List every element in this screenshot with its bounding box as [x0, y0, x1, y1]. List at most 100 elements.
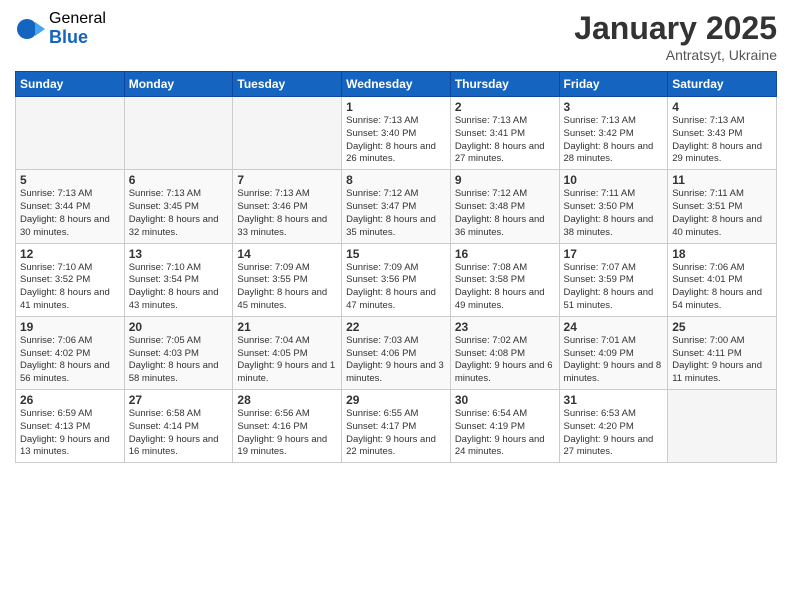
day-info: Sunrise: 7:13 AMSunset: 3:43 PMDaylight:… [672, 115, 772, 166]
logo-icon [15, 14, 45, 44]
day-info: Sunrise: 7:07 AMSunset: 3:59 PMDaylight:… [564, 262, 664, 313]
table-row: 9Sunrise: 7:12 AMSunset: 3:48 PMDaylight… [450, 170, 559, 243]
day-info: Sunrise: 6:53 AMSunset: 4:20 PMDaylight:… [564, 408, 664, 459]
day-number: 30 [455, 393, 555, 407]
day-info: Sunrise: 7:13 AMSunset: 3:45 PMDaylight:… [129, 188, 229, 239]
table-row: 16Sunrise: 7:08 AMSunset: 3:58 PMDayligh… [450, 243, 559, 316]
header-friday: Friday [559, 72, 668, 97]
day-number: 12 [20, 247, 120, 261]
day-number: 9 [455, 173, 555, 187]
day-info: Sunrise: 7:11 AMSunset: 3:51 PMDaylight:… [672, 188, 772, 239]
day-number: 31 [564, 393, 664, 407]
table-row [233, 97, 342, 170]
day-info: Sunrise: 7:03 AMSunset: 4:06 PMDaylight:… [346, 335, 446, 386]
table-row: 26Sunrise: 6:59 AMSunset: 4:13 PMDayligh… [16, 390, 125, 463]
day-info: Sunrise: 6:58 AMSunset: 4:14 PMDaylight:… [129, 408, 229, 459]
day-number: 11 [672, 173, 772, 187]
header-wednesday: Wednesday [342, 72, 451, 97]
day-info: Sunrise: 7:04 AMSunset: 4:05 PMDaylight:… [237, 335, 337, 386]
day-number: 27 [129, 393, 229, 407]
location: Antratsyt, Ukraine [574, 47, 777, 63]
calendar-header-row: Sunday Monday Tuesday Wednesday Thursday… [16, 72, 777, 97]
table-row: 30Sunrise: 6:54 AMSunset: 4:19 PMDayligh… [450, 390, 559, 463]
table-row: 8Sunrise: 7:12 AMSunset: 3:47 PMDaylight… [342, 170, 451, 243]
header-sunday: Sunday [16, 72, 125, 97]
day-number: 24 [564, 320, 664, 334]
table-row: 24Sunrise: 7:01 AMSunset: 4:09 PMDayligh… [559, 316, 668, 389]
day-info: Sunrise: 6:54 AMSunset: 4:19 PMDaylight:… [455, 408, 555, 459]
day-info: Sunrise: 7:10 AMSunset: 3:54 PMDaylight:… [129, 262, 229, 313]
table-row: 27Sunrise: 6:58 AMSunset: 4:14 PMDayligh… [124, 390, 233, 463]
day-number: 28 [237, 393, 337, 407]
day-number: 13 [129, 247, 229, 261]
table-row: 20Sunrise: 7:05 AMSunset: 4:03 PMDayligh… [124, 316, 233, 389]
day-number: 6 [129, 173, 229, 187]
table-row: 10Sunrise: 7:11 AMSunset: 3:50 PMDayligh… [559, 170, 668, 243]
day-info: Sunrise: 7:12 AMSunset: 3:47 PMDaylight:… [346, 188, 446, 239]
table-row: 29Sunrise: 6:55 AMSunset: 4:17 PMDayligh… [342, 390, 451, 463]
day-number: 26 [20, 393, 120, 407]
day-info: Sunrise: 7:06 AMSunset: 4:01 PMDaylight:… [672, 262, 772, 313]
day-info: Sunrise: 7:13 AMSunset: 3:40 PMDaylight:… [346, 115, 446, 166]
header-thursday: Thursday [450, 72, 559, 97]
day-number: 21 [237, 320, 337, 334]
calendar: Sunday Monday Tuesday Wednesday Thursday… [15, 71, 777, 463]
day-number: 4 [672, 100, 772, 114]
table-row [668, 390, 777, 463]
day-info: Sunrise: 7:11 AMSunset: 3:50 PMDaylight:… [564, 188, 664, 239]
day-number: 14 [237, 247, 337, 261]
day-number: 22 [346, 320, 446, 334]
header-monday: Monday [124, 72, 233, 97]
table-row: 1Sunrise: 7:13 AMSunset: 3:40 PMDaylight… [342, 97, 451, 170]
day-number: 23 [455, 320, 555, 334]
logo-general: General [49, 10, 106, 28]
day-number: 2 [455, 100, 555, 114]
day-info: Sunrise: 7:13 AMSunset: 3:46 PMDaylight:… [237, 188, 337, 239]
table-row: 6Sunrise: 7:13 AMSunset: 3:45 PMDaylight… [124, 170, 233, 243]
month-title: January 2025 [574, 10, 777, 47]
table-row [124, 97, 233, 170]
table-row: 7Sunrise: 7:13 AMSunset: 3:46 PMDaylight… [233, 170, 342, 243]
table-row: 12Sunrise: 7:10 AMSunset: 3:52 PMDayligh… [16, 243, 125, 316]
table-row: 4Sunrise: 7:13 AMSunset: 3:43 PMDaylight… [668, 97, 777, 170]
logo-text: General Blue [49, 10, 106, 47]
header-saturday: Saturday [668, 72, 777, 97]
day-info: Sunrise: 7:09 AMSunset: 3:55 PMDaylight:… [237, 262, 337, 313]
header-tuesday: Tuesday [233, 72, 342, 97]
table-row: 31Sunrise: 6:53 AMSunset: 4:20 PMDayligh… [559, 390, 668, 463]
day-number: 18 [672, 247, 772, 261]
day-info: Sunrise: 7:02 AMSunset: 4:08 PMDaylight:… [455, 335, 555, 386]
day-info: Sunrise: 7:12 AMSunset: 3:48 PMDaylight:… [455, 188, 555, 239]
table-row: 19Sunrise: 7:06 AMSunset: 4:02 PMDayligh… [16, 316, 125, 389]
logo: General Blue [15, 10, 106, 47]
table-row: 3Sunrise: 7:13 AMSunset: 3:42 PMDaylight… [559, 97, 668, 170]
day-info: Sunrise: 7:01 AMSunset: 4:09 PMDaylight:… [564, 335, 664, 386]
day-info: Sunrise: 7:05 AMSunset: 4:03 PMDaylight:… [129, 335, 229, 386]
table-row: 11Sunrise: 7:11 AMSunset: 3:51 PMDayligh… [668, 170, 777, 243]
day-number: 20 [129, 320, 229, 334]
day-number: 17 [564, 247, 664, 261]
table-row: 5Sunrise: 7:13 AMSunset: 3:44 PMDaylight… [16, 170, 125, 243]
calendar-week-row: 5Sunrise: 7:13 AMSunset: 3:44 PMDaylight… [16, 170, 777, 243]
day-number: 15 [346, 247, 446, 261]
calendar-week-row: 19Sunrise: 7:06 AMSunset: 4:02 PMDayligh… [16, 316, 777, 389]
day-number: 19 [20, 320, 120, 334]
day-number: 10 [564, 173, 664, 187]
calendar-week-row: 12Sunrise: 7:10 AMSunset: 3:52 PMDayligh… [16, 243, 777, 316]
day-number: 25 [672, 320, 772, 334]
table-row: 17Sunrise: 7:07 AMSunset: 3:59 PMDayligh… [559, 243, 668, 316]
day-number: 5 [20, 173, 120, 187]
logo-blue: Blue [49, 28, 106, 48]
day-info: Sunrise: 6:55 AMSunset: 4:17 PMDaylight:… [346, 408, 446, 459]
day-number: 8 [346, 173, 446, 187]
table-row: 22Sunrise: 7:03 AMSunset: 4:06 PMDayligh… [342, 316, 451, 389]
table-row: 2Sunrise: 7:13 AMSunset: 3:41 PMDaylight… [450, 97, 559, 170]
calendar-week-row: 26Sunrise: 6:59 AMSunset: 4:13 PMDayligh… [16, 390, 777, 463]
day-number: 29 [346, 393, 446, 407]
table-row [16, 97, 125, 170]
calendar-week-row: 1Sunrise: 7:13 AMSunset: 3:40 PMDaylight… [16, 97, 777, 170]
day-info: Sunrise: 6:59 AMSunset: 4:13 PMDaylight:… [20, 408, 120, 459]
day-info: Sunrise: 7:00 AMSunset: 4:11 PMDaylight:… [672, 335, 772, 386]
table-row: 28Sunrise: 6:56 AMSunset: 4:16 PMDayligh… [233, 390, 342, 463]
day-info: Sunrise: 7:06 AMSunset: 4:02 PMDaylight:… [20, 335, 120, 386]
